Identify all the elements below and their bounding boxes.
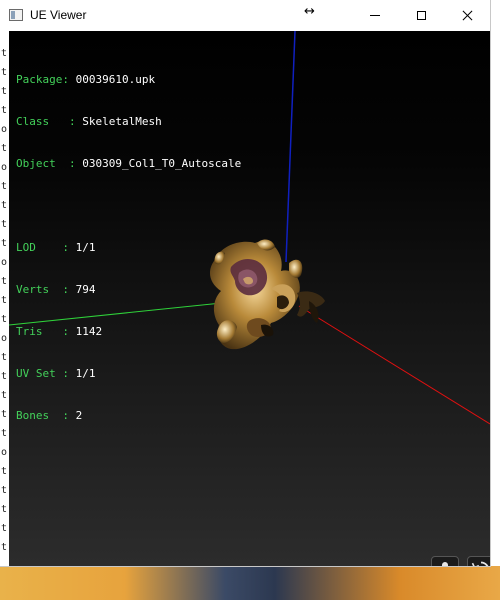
background-glyph: t bbox=[1, 409, 8, 420]
maximize-button[interactable] bbox=[398, 0, 444, 31]
info-row-bones: Bones : 2 bbox=[16, 409, 241, 423]
resize-horizontal-icon[interactable]: ↔ bbox=[304, 4, 315, 19]
app-window-icon bbox=[9, 9, 23, 21]
background-glyph: o bbox=[1, 447, 8, 458]
background-glyph: t bbox=[1, 542, 8, 553]
microphone-icon bbox=[442, 562, 448, 566]
background-glyph: t bbox=[1, 200, 8, 211]
info-row-package: Package: 00039610.upk bbox=[16, 73, 241, 87]
background-glyph: t bbox=[1, 314, 8, 325]
minimize-button[interactable] bbox=[352, 0, 398, 31]
info-key: Object bbox=[16, 157, 56, 170]
background-glyph: o bbox=[1, 162, 8, 173]
microphone-button[interactable] bbox=[431, 556, 459, 566]
info-separator: : bbox=[55, 157, 83, 170]
background-glyph: t bbox=[1, 238, 8, 249]
info-value-class: SkeletalMesh bbox=[82, 115, 162, 128]
close-icon bbox=[462, 10, 473, 21]
info-gap bbox=[16, 199, 241, 213]
mesh-info-panel: Package: 00039610.upk Class : SkeletalMe… bbox=[16, 45, 241, 451]
info-key: LOD bbox=[16, 241, 36, 254]
info-key: Bones bbox=[16, 409, 50, 422]
info-value-uvset: 1/1 bbox=[75, 367, 96, 380]
desktop-wallpaper-strip bbox=[0, 566, 500, 600]
info-row-uvset: UV Set : 1/1 bbox=[16, 367, 241, 381]
background-glyph: t bbox=[1, 466, 8, 477]
info-separator: : bbox=[49, 115, 83, 128]
info-value-package: 00039610.upk bbox=[75, 73, 156, 86]
info-key: Class bbox=[16, 115, 50, 128]
background-glyph: t bbox=[1, 276, 8, 287]
rotate-button[interactable] bbox=[467, 556, 490, 566]
info-key: Package bbox=[16, 73, 63, 86]
background-glyph: t bbox=[1, 371, 8, 382]
info-separator: : bbox=[35, 241, 76, 254]
info-row-lod: LOD : 1/1 bbox=[16, 241, 241, 255]
3d-viewport[interactable]: Package: 00039610.upk Class : SkeletalMe… bbox=[9, 31, 490, 566]
background-glyph: t bbox=[1, 143, 8, 154]
info-separator: : bbox=[55, 367, 76, 380]
background-glyph: t bbox=[1, 219, 8, 230]
background-glyph: o bbox=[1, 257, 8, 268]
z-axis-line bbox=[285, 31, 296, 263]
background-glyph: t bbox=[1, 485, 8, 496]
info-key: Tris bbox=[16, 325, 43, 338]
background-glyph: t bbox=[1, 48, 8, 59]
info-separator: : bbox=[42, 325, 76, 338]
background-glyph: t bbox=[1, 86, 8, 97]
background-glyph: o bbox=[1, 124, 8, 135]
minimize-icon bbox=[370, 15, 380, 16]
x-axis-line bbox=[298, 305, 490, 425]
background-window-right bbox=[490, 31, 500, 566]
background-glyph: t bbox=[1, 295, 8, 306]
background-glyph: t bbox=[1, 523, 8, 534]
info-row-tris: Tris : 1142 bbox=[16, 325, 241, 339]
rotate-icon bbox=[471, 561, 489, 566]
info-row-class: Class : SkeletalMesh bbox=[16, 115, 241, 129]
title-bar[interactable]: UE Viewer ↔ bbox=[0, 0, 490, 31]
background-glyph: t bbox=[1, 352, 8, 363]
info-value-lod: 1/1 bbox=[75, 241, 96, 254]
info-row-object: Object : 030309_Col1_T0_Autoscale bbox=[16, 157, 241, 171]
background-glyph: o bbox=[1, 333, 8, 344]
info-key: Verts bbox=[16, 283, 50, 296]
info-value-bones: 2 bbox=[75, 409, 83, 422]
background-glyph: t bbox=[1, 504, 8, 515]
info-row-verts: Verts : 794 bbox=[16, 283, 241, 297]
info-value-tris: 1142 bbox=[75, 325, 103, 338]
window-title: UE Viewer bbox=[30, 8, 87, 22]
info-separator: : bbox=[62, 73, 76, 86]
background-glyph: t bbox=[1, 181, 8, 192]
background-glyph: t bbox=[1, 390, 8, 401]
background-glyph: t bbox=[1, 428, 8, 439]
info-separator: : bbox=[49, 283, 76, 296]
info-value-verts: 794 bbox=[75, 283, 96, 296]
info-value-object: 030309_Col1_T0_Autoscale bbox=[82, 157, 242, 170]
ue-viewer-window: UE Viewer ↔ Package: 00039610.upk Class … bbox=[0, 0, 490, 566]
close-button[interactable] bbox=[444, 0, 490, 31]
background-glyph: t bbox=[1, 105, 8, 116]
info-key: UV Set bbox=[16, 367, 56, 380]
info-separator: : bbox=[49, 409, 76, 422]
background-glyph: t bbox=[1, 67, 8, 78]
maximize-icon bbox=[416, 11, 426, 20]
